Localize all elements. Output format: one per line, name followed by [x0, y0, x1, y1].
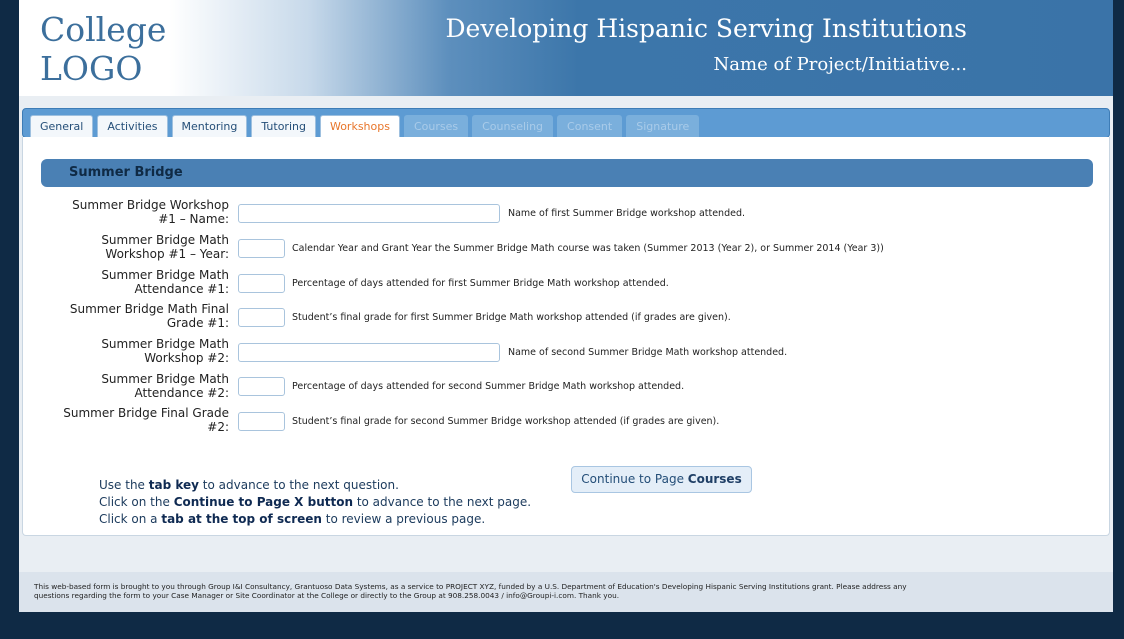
- field-hint: Name of first Summer Bridge workshop att…: [508, 208, 746, 219]
- workshop-1-name-input[interactable]: [238, 204, 500, 223]
- tab-consent: Consent: [557, 115, 623, 138]
- instruction-text: to advance to the next page.: [353, 495, 532, 509]
- field-hint: Calendar Year and Grant Year the Summer …: [292, 243, 884, 254]
- field-hint: Percentage of days attended for second S…: [292, 381, 685, 392]
- field-row: Summer Bridge Math Workshop #2: Name of …: [23, 337, 1111, 371]
- math-attendance-1-input[interactable]: [238, 274, 285, 293]
- footer-line-1: This web-based form is brought to you th…: [34, 582, 907, 591]
- field-label: Summer Bridge Final Grade #2:: [63, 406, 229, 434]
- instruction-line: Click on a tab at the top of screen to r…: [99, 511, 531, 528]
- continue-button-prefix: Continue to Page: [581, 472, 688, 486]
- footer-line-2: questions regarding the form to your Cas…: [34, 591, 620, 600]
- field-label: Summer Bridge Math Attendance #1:: [101, 268, 229, 296]
- tab-tutoring[interactable]: Tutoring: [251, 115, 316, 138]
- instruction-text: to review a previous page.: [321, 512, 486, 526]
- field-row: Summer Bridge Workshop #1 – Name: Name o…: [23, 198, 1111, 232]
- field-row: Summer Bridge Math Attendance #1: Percen…: [23, 268, 1111, 302]
- field-hint: Student’s final grade for first Summer B…: [292, 312, 731, 323]
- field-hint: Name of second Summer Bridge Math worksh…: [508, 347, 788, 358]
- math-final-grade-1-input[interactable]: [238, 308, 285, 327]
- tab-workshops[interactable]: Workshops: [319, 115, 400, 138]
- math-workshop-2-input[interactable]: [238, 343, 500, 362]
- math-workshop-1-year-input[interactable]: [238, 239, 285, 258]
- tab-signature: Signature: [626, 115, 700, 138]
- tab-activities[interactable]: Activities: [97, 115, 168, 138]
- logo-line-2: LOGO: [40, 49, 143, 88]
- field-label: Summer Bridge Math Workshop #2:: [101, 337, 229, 365]
- tab-general[interactable]: General: [30, 115, 94, 138]
- instruction-emphasis: tab at the top of screen: [161, 512, 322, 526]
- field-row: Summer Bridge Math Attendance #2: Percen…: [23, 372, 1111, 406]
- form-panel: Summer Bridge Summer Bridge Workshop #1 …: [22, 137, 1110, 536]
- instruction-emphasis: Continue to Page X button: [173, 495, 353, 509]
- instruction-line: Click on the Continue to Page X button t…: [99, 494, 531, 511]
- instruction-text: Click on the: [99, 495, 174, 509]
- field-row: Summer Bridge Math Workshop #1 – Year: C…: [23, 233, 1111, 267]
- instruction-text: Use the: [99, 478, 149, 492]
- final-grade-2-input[interactable]: [238, 412, 285, 431]
- instruction-line: Use the tab key to advance to the next q…: [99, 477, 531, 494]
- field-hint: Percentage of days attended for first Su…: [292, 278, 669, 289]
- instruction-emphasis: tab key: [148, 478, 199, 492]
- footer: This web-based form is brought to you th…: [19, 572, 1113, 612]
- header-banner: College LOGO Developing Hispanic Serving…: [19, 0, 1113, 96]
- logo-line-1: College: [40, 10, 167, 49]
- continue-button[interactable]: Continue to Page Courses: [571, 466, 752, 493]
- field-label: Summer Bridge Math Workshop #1 – Year:: [101, 233, 229, 261]
- field-row: Summer Bridge Math Final Grade #1: Stude…: [23, 302, 1111, 336]
- math-attendance-2-input[interactable]: [238, 377, 285, 396]
- continue-button-page: Courses: [687, 472, 742, 486]
- banner-subtitle: Name of Project/Initiative...: [713, 54, 967, 75]
- page-frame: College LOGO Developing Hispanic Serving…: [19, 0, 1113, 612]
- field-label: Summer Bridge Math Attendance #2:: [101, 372, 229, 400]
- tab-bar: General Activities Mentoring Tutoring Wo…: [22, 108, 1110, 138]
- field-row: Summer Bridge Final Grade #2: Student’s …: [23, 406, 1111, 440]
- instruction-text: to advance to the next question.: [198, 478, 399, 492]
- field-hint: Student’s final grade for second Summer …: [292, 416, 720, 427]
- banner-title: Developing Hispanic Serving Institutions: [445, 14, 968, 43]
- tab-mentoring[interactable]: Mentoring: [171, 115, 248, 138]
- instruction-text: Click on a: [99, 512, 162, 526]
- field-label: Summer Bridge Math Final Grade #1:: [69, 302, 229, 330]
- instructions: Use the tab key to advance to the next q…: [99, 477, 531, 528]
- tab-courses: Courses: [403, 115, 469, 138]
- field-label: Summer Bridge Workshop #1 – Name:: [72, 198, 229, 226]
- college-logo: College LOGO: [40, 10, 166, 88]
- section-header: Summer Bridge: [41, 159, 1093, 187]
- tab-counseling: Counseling: [472, 115, 554, 138]
